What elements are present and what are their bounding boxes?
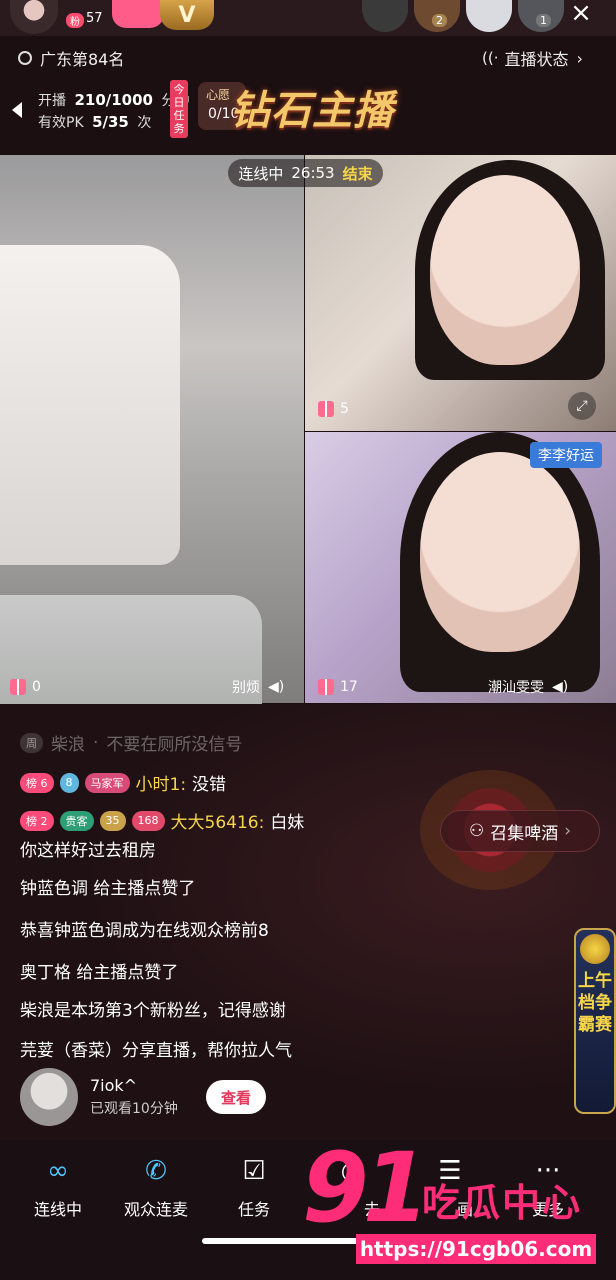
watermark-logo: 91 — [302, 1132, 430, 1244]
viewer-count-3: 1 — [536, 14, 551, 27]
live-status-label: 直播状态 — [504, 50, 569, 69]
live-status-button[interactable]: ((· 直播状态 › — [482, 46, 583, 70]
rank-badge: 榜 6 — [20, 772, 54, 793]
connect-timer: 26:53 — [291, 164, 335, 182]
beer-icon: ⚇ — [468, 821, 485, 841]
guest-video-bottom[interactable] — [305, 432, 616, 703]
viewer-count-1: 2 — [432, 14, 447, 27]
task-icon: ☑ — [242, 1156, 266, 1186]
fans-count: 57 — [86, 11, 103, 26]
nav-connect[interactable]: ∞ 连线中 — [8, 1154, 108, 1220]
location-icon — [18, 51, 32, 65]
watermark-text: 吃瓜中心 — [422, 1181, 583, 1225]
vip-guest-badge: 贵客 — [59, 810, 94, 831]
main-host-video[interactable] — [0, 155, 304, 785]
right-top-gift-count[interactable]: 5 — [318, 398, 349, 420]
connect-status-bar: 连线中 26:53 结束 — [228, 159, 383, 187]
viewer-watch-time: 已观看10分钟 — [90, 1101, 178, 1117]
chat-system-line: 奥丁格 给主播点赞了 — [20, 963, 179, 983]
chat-text: 白妹 — [270, 813, 305, 833]
left-gift-count[interactable]: 0 — [10, 676, 41, 698]
level-badge: 35 — [99, 810, 126, 831]
nav-audience-mic[interactable]: ✆ 观众连麦 — [106, 1154, 206, 1220]
right-bottom-name-label[interactable]: 潮汕雯雯 ◀) — [488, 676, 568, 698]
chevron-right-icon: › — [564, 821, 572, 841]
chat-user-name[interactable]: 小时1: — [136, 770, 187, 795]
speaker-icon: ◀) — [268, 679, 285, 695]
speaker-icon: ◀) — [552, 679, 569, 695]
vip-badge[interactable]: V — [160, 0, 214, 30]
guest-name-tag: 李李好运 — [530, 442, 602, 468]
chat-system-line: 芫荽（香菜）分享直播，帮你拉人气 — [20, 1041, 292, 1061]
chat-line[interactable]: 榜 6 8 马家军 小时1: 没错 — [20, 770, 226, 795]
viewer-name: 7iok^ — [90, 1076, 138, 1095]
chevron-right-icon: › — [576, 48, 583, 68]
diamond-host-title: 钻石主播 — [230, 88, 394, 134]
chat-text: 没错 — [192, 775, 227, 795]
nav-task[interactable]: ☑ 任务 — [204, 1154, 304, 1220]
task-pk-line: 有效PK 5/35 次 — [38, 113, 152, 131]
end-connect-button[interactable]: 结束 — [343, 163, 373, 184]
fans-label: 粉 — [66, 13, 84, 28]
level-badge: 8 — [59, 772, 79, 793]
fan-club-badge: 168 — [131, 810, 165, 831]
today-task-badge[interactable]: 今日任务 — [170, 80, 188, 138]
watermark-url: https://91cgb06.com — [356, 1234, 596, 1264]
chat-system-line: 恭喜钟蓝色调成为在线观众榜前8 — [20, 921, 269, 941]
view-button[interactable]: 查看 — [206, 1080, 266, 1114]
gift-icon — [318, 679, 334, 695]
video-figure — [0, 245, 180, 565]
expand-icon[interactable]: ⤢ — [568, 392, 596, 420]
collapse-arrow-icon[interactable] — [12, 102, 22, 118]
chat-system-line: 柴浪是本场第3个新粉丝，记得感谢 — [20, 1001, 286, 1021]
chat-line-cont: 你这样好过去租房 — [20, 841, 156, 861]
close-icon[interactable]: × — [566, 0, 596, 28]
pink-badge[interactable] — [112, 0, 164, 28]
right-bottom-gift-count[interactable]: 17 — [318, 676, 358, 698]
guest-video-top[interactable] — [305, 155, 616, 431]
rank-badge: 榜 2 — [20, 810, 54, 831]
fan-club-badge: 马家军 — [84, 772, 130, 793]
fans-badge[interactable]: 粉 57 — [66, 0, 112, 32]
rank-text: 广东第84名 — [40, 50, 125, 69]
new-viewer-card[interactable]: 7iok^ 已观看10分钟 查看 — [20, 1068, 268, 1126]
summon-beer-button[interactable]: ⚇ 召集啤酒 › — [440, 810, 600, 852]
connect-status: 连线中 — [238, 164, 284, 183]
phone-icon: ✆ — [145, 1156, 167, 1186]
wifi-icon: ((· — [482, 49, 499, 67]
trophy-icon — [580, 934, 610, 964]
wish-label: 心愿 — [206, 88, 231, 102]
chat-system-line: 钟蓝色调 给主播点赞了 — [20, 879, 196, 899]
gift-icon — [318, 401, 334, 417]
avatar[interactable] — [20, 1068, 78, 1126]
rank-row[interactable]: 广东第84名 — [18, 46, 124, 70]
left-name-label[interactable]: 别烦 ◀) — [232, 676, 284, 698]
chat-user-name[interactable]: 大大56416: — [171, 808, 265, 833]
task-broadcast-line: 开播 210/1000 分钟 — [38, 91, 189, 109]
chat-line-faded: 周 柴浪 · 不要在厕所没信号 — [20, 730, 242, 755]
link-icon: ∞ — [47, 1156, 69, 1186]
chat-line[interactable]: 榜 2 贵客 35 168 大大56416: 白妹 — [20, 808, 304, 833]
gift-icon — [10, 679, 26, 695]
